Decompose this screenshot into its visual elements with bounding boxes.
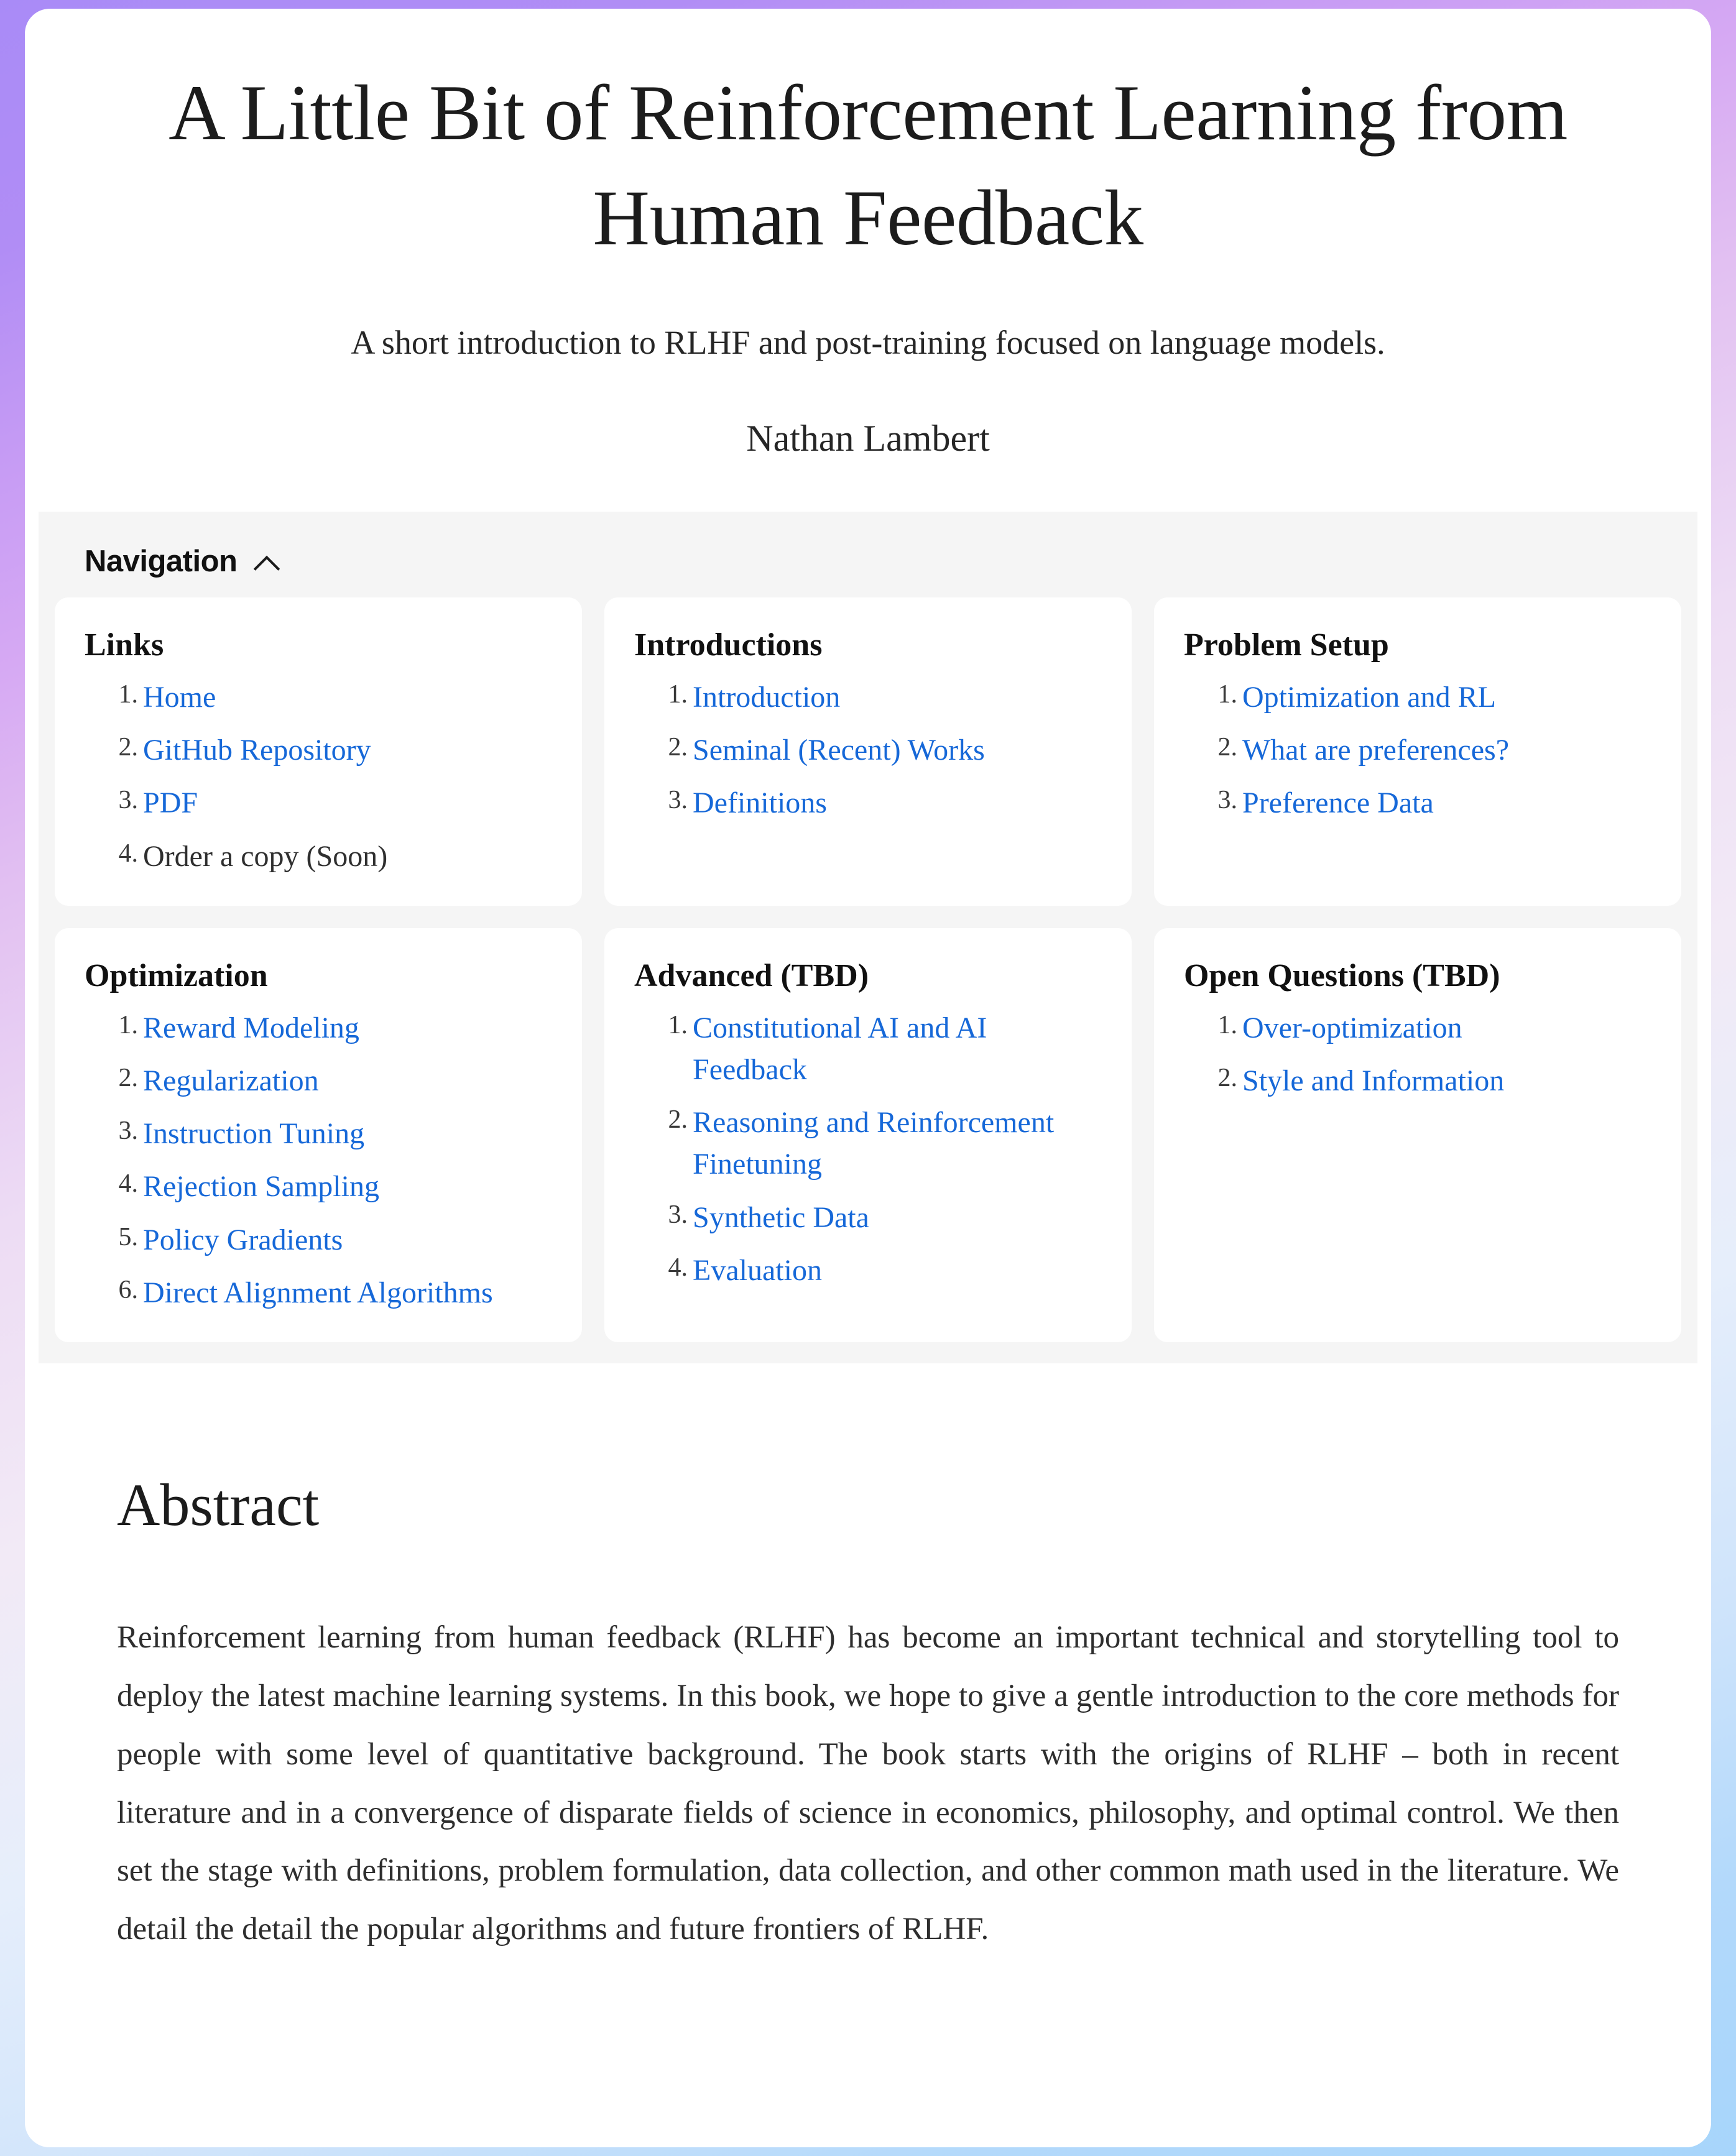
nav-link[interactable]: Regularization	[143, 1064, 319, 1097]
list-item[interactable]: Policy Gradients	[106, 1219, 552, 1261]
nav-link[interactable]: Constitutional AI and AI Feedback	[693, 1011, 987, 1086]
nav-card-introductions: Introductions Introduction Seminal (Rece…	[604, 597, 1132, 906]
nav-card-list: Constitutional AI and AI Feedback Reason…	[634, 1007, 1102, 1291]
list-item[interactable]: Optimization and RL	[1205, 676, 1651, 718]
nav-card-title: Problem Setup	[1184, 627, 1389, 663]
list-item[interactable]: Constitutional AI and AI Feedback	[655, 1007, 1102, 1090]
nav-link[interactable]: Policy Gradients	[143, 1223, 343, 1256]
nav-link[interactable]: Optimization and RL	[1242, 681, 1496, 714]
list-item[interactable]: Preference Data	[1205, 782, 1651, 824]
list-item[interactable]: Over-optimization	[1205, 1007, 1651, 1049]
nav-card-list: Optimization and RL What are preferences…	[1184, 676, 1651, 824]
document-page: A Little Bit of Reinforcement Learning f…	[25, 9, 1711, 2147]
navigation-toggle[interactable]: Navigation	[55, 533, 1681, 597]
navigation-title: Navigation	[85, 545, 238, 579]
nav-card-links: Links Home GitHub Repository PDF Order a…	[55, 597, 582, 906]
list-item[interactable]: Reward Modeling	[106, 1007, 552, 1049]
abstract-section: Abstract Reinforcement learning from hum…	[25, 1363, 1711, 1959]
nav-link[interactable]: Reward Modeling	[143, 1011, 359, 1044]
page-subtitle: A short introduction to RLHF and post-tr…	[351, 323, 1385, 361]
nav-link[interactable]: Reasoning and Reinforcement Finetuning	[693, 1106, 1054, 1181]
nav-card-title: Open Questions (TBD)	[1184, 957, 1500, 993]
nav-card-list: Reward Modeling Regularization Instructi…	[85, 1007, 552, 1314]
list-item[interactable]: Instruction Tuning	[106, 1113, 552, 1154]
list-item[interactable]: Evaluation	[655, 1250, 1102, 1291]
nav-card-title: Optimization	[85, 957, 268, 993]
list-item[interactable]: Regularization	[106, 1060, 552, 1102]
nav-link[interactable]: Over-optimization	[1242, 1011, 1462, 1044]
nav-card-advanced: Advanced (TBD) Constitutional AI and AI …	[604, 928, 1132, 1342]
nav-card-title: Introductions	[634, 627, 823, 663]
list-item[interactable]: Style and Information	[1205, 1060, 1651, 1102]
nav-link[interactable]: Evaluation	[693, 1254, 822, 1287]
list-item[interactable]: GitHub Repository	[106, 729, 552, 771]
nav-link[interactable]: Preference Data	[1242, 786, 1434, 819]
nav-card-open-questions: Open Questions (TBD) Over-optimization S…	[1154, 928, 1681, 1342]
list-item[interactable]: Definitions	[655, 782, 1102, 824]
list-item[interactable]: Reasoning and Reinforcement Finetuning	[655, 1102, 1102, 1185]
nav-link[interactable]: Style and Information	[1242, 1064, 1504, 1097]
page-title: A Little Bit of Reinforcement Learning f…	[169, 70, 1567, 262]
list-item[interactable]: Home	[106, 676, 552, 718]
nav-link[interactable]: Synthetic Data	[693, 1201, 869, 1234]
bottom-fade-overlay	[25, 2054, 1711, 2147]
nav-card-list: Over-optimization Style and Information	[1184, 1007, 1651, 1102]
nav-link[interactable]: Home	[143, 681, 216, 714]
nav-card-list: Introduction Seminal (Recent) Works Defi…	[634, 676, 1102, 824]
nav-link[interactable]: GitHub Repository	[143, 734, 371, 767]
nav-link[interactable]: Rejection Sampling	[143, 1170, 379, 1203]
nav-card-list: Home GitHub Repository PDF Order a copy …	[85, 676, 552, 877]
list-item: Order a copy (Soon)	[106, 836, 552, 877]
masthead: A Little Bit of Reinforcement Learning f…	[25, 9, 1711, 464]
navigation-grid: Links Home GitHub Repository PDF Order a…	[55, 597, 1681, 1342]
list-item[interactable]: Seminal (Recent) Works	[655, 729, 1102, 771]
nav-link[interactable]: Instruction Tuning	[143, 1117, 364, 1150]
nav-card-optimization: Optimization Reward Modeling Regularizat…	[55, 928, 582, 1342]
nav-link[interactable]: Seminal (Recent) Works	[693, 734, 985, 767]
navigation-section: Navigation Links Home GitHub Repository …	[39, 512, 1697, 1363]
nav-card-title: Advanced (TBD)	[634, 957, 869, 993]
list-item[interactable]: Synthetic Data	[655, 1197, 1102, 1238]
list-item[interactable]: PDF	[106, 782, 552, 824]
nav-link[interactable]: Introduction	[693, 681, 840, 714]
nav-link[interactable]: Direct Alignment Algorithms	[143, 1276, 493, 1309]
abstract-body: Reinforcement learning from human feedba…	[117, 1620, 1619, 1947]
nav-plain-text: Order a copy (Soon)	[143, 839, 388, 873]
list-item[interactable]: Introduction	[655, 676, 1102, 718]
nav-card-title: Links	[85, 627, 164, 663]
nav-link[interactable]: PDF	[143, 786, 198, 819]
list-item[interactable]: Direct Alignment Algorithms	[106, 1272, 552, 1314]
list-item[interactable]: Rejection Sampling	[106, 1166, 552, 1207]
author-name: Nathan Lambert	[746, 418, 990, 459]
chevron-up-icon[interactable]	[253, 552, 280, 571]
nav-link[interactable]: What are preferences?	[1242, 734, 1509, 767]
abstract-heading: Abstract	[117, 1471, 320, 1538]
nav-link[interactable]: Definitions	[693, 786, 827, 819]
list-item[interactable]: What are preferences?	[1205, 729, 1651, 771]
nav-card-problem-setup: Problem Setup Optimization and RL What a…	[1154, 597, 1681, 906]
